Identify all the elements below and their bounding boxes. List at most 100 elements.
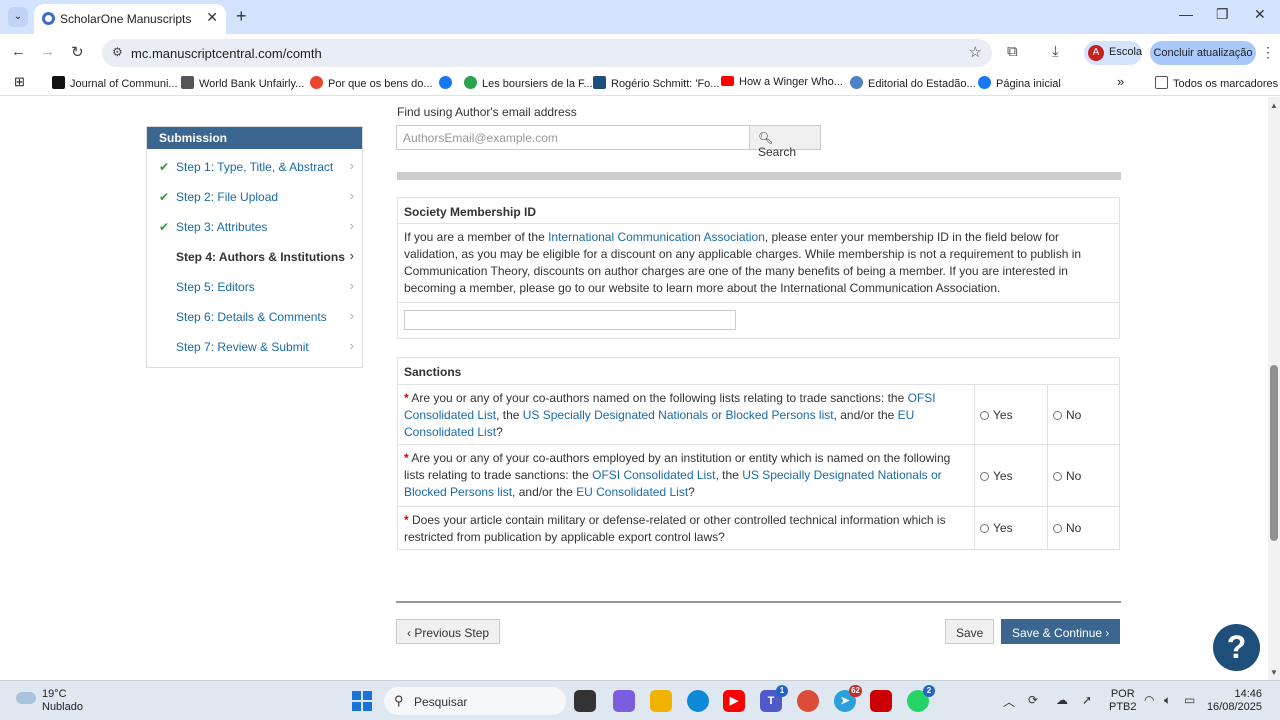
file-explorer-icon[interactable] [650,690,672,712]
bookmark-item[interactable]: Rogério Schmitt: 'Fo... [593,76,719,90]
checkmark-icon: ✔ [159,160,170,174]
q-text: , and/or the [833,408,898,422]
chrome-menu-icon[interactable]: ⋮ [1261,44,1275,61]
scroll-down-icon[interactable]: ▼ [1270,668,1278,677]
close-window-icon[interactable]: ✕ [1254,6,1266,23]
search-icon: 🔍︎ [758,131,774,145]
ofsi-link[interactable]: OFSI Consolidated List [592,468,715,482]
task-view-icon[interactable] [574,690,596,712]
q2-no-radio[interactable]: No [1053,469,1081,483]
help-icon[interactable]: ? [1213,624,1260,671]
sidebar-step-6[interactable]: Step 6: Details & Comments › [147,302,362,332]
q2-yes-radio[interactable]: Yes [980,469,1013,483]
profile-button[interactable]: A Escola [1084,41,1142,65]
site-info-icon[interactable]: ⚙ [112,45,123,59]
author-email-input[interactable]: AuthorsEmail@example.com [396,125,750,150]
bookmark-item[interactable]: Journal of Communi... [52,76,178,90]
q1-no-radio[interactable]: No [1053,408,1081,422]
more-bookmarks-icon[interactable]: » [1117,74,1124,89]
sidebar-step-4[interactable]: Step 4: Authors & Institutions › [147,242,362,272]
forward-icon[interactable]: → [40,43,55,60]
bookmarks-bar: ⊞ Journal of Communi... World Bank Unfai… [0,72,1280,96]
maximize-icon[interactable]: ❐ [1216,6,1229,23]
page-scrollbar[interactable]: ▲ ▼ [1268,97,1280,680]
acrobat-icon[interactable] [870,690,892,712]
yes-cell: Yes [974,385,1047,444]
taskbar-search-label: Pesquisar [414,695,468,709]
taskbar-search[interactable]: ⚲ Pesquisar [384,687,566,715]
close-tab-icon[interactable]: ✕ [206,9,218,26]
q1-yes-radio[interactable]: Yes [980,408,1013,422]
whatsapp-icon[interactable]: 2 [907,685,935,712]
extensions-icon[interactable]: ⧉ [1007,43,1018,60]
save-continue-button[interactable]: Save & Continue › [1001,619,1121,644]
us-sdn-link[interactable]: US Specially Designated Nationals or Blo… [523,408,834,422]
facebook-icon [978,76,991,89]
minimize-icon[interactable]: — [1179,6,1193,22]
onedrive-icon[interactable]: ☁ [1056,693,1068,707]
q3-yes-radio[interactable]: Yes [980,521,1013,535]
bookmark-star-icon[interactable]: ☆ [969,43,982,61]
reload-icon[interactable]: ↻ [71,43,84,61]
radio-circle-icon [980,411,989,420]
teams-icon[interactable]: T1 [760,685,788,712]
sidebar-step-2[interactable]: ✔ Step 2: File Upload › [147,182,362,212]
sidebar-step-5[interactable]: Step 5: Editors › [147,272,362,302]
update-button[interactable]: Concluir atualização [1150,41,1256,65]
step-label: Step 3: Attributes [176,220,268,234]
browser-tab[interactable]: ScholarOne Manuscripts ✕ [34,4,226,34]
lang-code: POR [1110,688,1135,700]
scrollbar-thumb[interactable] [1270,365,1278,541]
bookmark-item[interactable]: Editorial do Estadão... [850,76,976,90]
back-icon[interactable]: ← [11,43,26,60]
radio-circle-icon [1053,524,1062,533]
chrome-icon[interactable] [797,690,819,712]
sync-icon[interactable]: ⟳ [1028,693,1038,707]
eu-list-link[interactable]: EU Consolidated List [576,485,688,499]
bookmark-item[interactable]: How a Winger Who... [721,76,843,88]
bookmark-item[interactable]: Página inicial [978,76,1061,90]
chevron-right-icon: › [349,158,354,173]
edge-icon[interactable] [687,690,709,712]
clock[interactable]: 14:46 16/08/2025 [1206,688,1262,714]
search-button[interactable]: 🔍︎ Search [749,125,821,159]
battery-icon[interactable]: ▭ [1184,693,1195,707]
save-button[interactable]: Save [945,619,995,644]
location-icon[interactable]: ➚ [1082,693,1092,707]
ica-link[interactable]: International Communication Association [548,230,765,244]
copilot-icon[interactable] [613,690,635,712]
previous-step-button[interactable]: ‹ Previous Step [396,619,501,644]
previous-label: Previous Step [414,626,490,640]
membership-id-input[interactable] [404,310,736,330]
q3-no-radio[interactable]: No [1053,521,1081,535]
windows-start-icon[interactable] [352,691,372,711]
language-indicator[interactable]: POR PTB2 [1109,688,1137,714]
new-tab-icon[interactable]: + [236,6,247,27]
q-text: ? [496,425,503,439]
scroll-up-icon[interactable]: ▲ [1270,101,1278,110]
sidebar-step-1[interactable]: ✔ Step 1: Type, Title, & Abstract › [147,152,362,182]
step-label: Step 6: Details & Comments [176,310,327,324]
sidebar-step-7[interactable]: Step 7: Review & Submit › [147,332,362,362]
bookmark-favicon-icon [464,76,477,89]
telegram-icon[interactable]: ➤ 62 [834,685,862,712]
show-hidden-icons-icon[interactable]: ︿ [1003,693,1015,710]
apps-grid-icon[interactable]: ⊞ [14,74,25,90]
youtube-icon[interactable]: ▶ [723,690,745,712]
step-label: Step 5: Editors [176,280,255,294]
radio-label: No [1066,469,1082,483]
required-asterisk: * [404,391,409,405]
bookmark-item[interactable]: World Bank Unfairly... [181,76,304,90]
address-bar[interactable]: ⚙ mc.manuscriptcentral.com/comth ☆ [102,39,992,67]
bookmark-item[interactable]: Les boursiers de la F... [464,76,593,90]
volume-icon[interactable]: 🔈︎ [1164,693,1171,708]
q-text: , the [715,468,743,482]
sidebar-step-3[interactable]: ✔ Step 3: Attributes › [147,212,362,242]
wifi-icon[interactable]: ◠ [1144,693,1154,707]
downloads-icon[interactable]: ⤓ [1052,43,1059,60]
tab-search-button[interactable]: ⌄ [8,7,28,27]
bookmark-item[interactable]: Por que os bens do... [310,76,433,90]
q-text: ? [688,485,695,499]
bookmark-item[interactable] [439,76,457,90]
all-bookmarks-folder[interactable]: Todos os marcadores [1155,76,1278,90]
